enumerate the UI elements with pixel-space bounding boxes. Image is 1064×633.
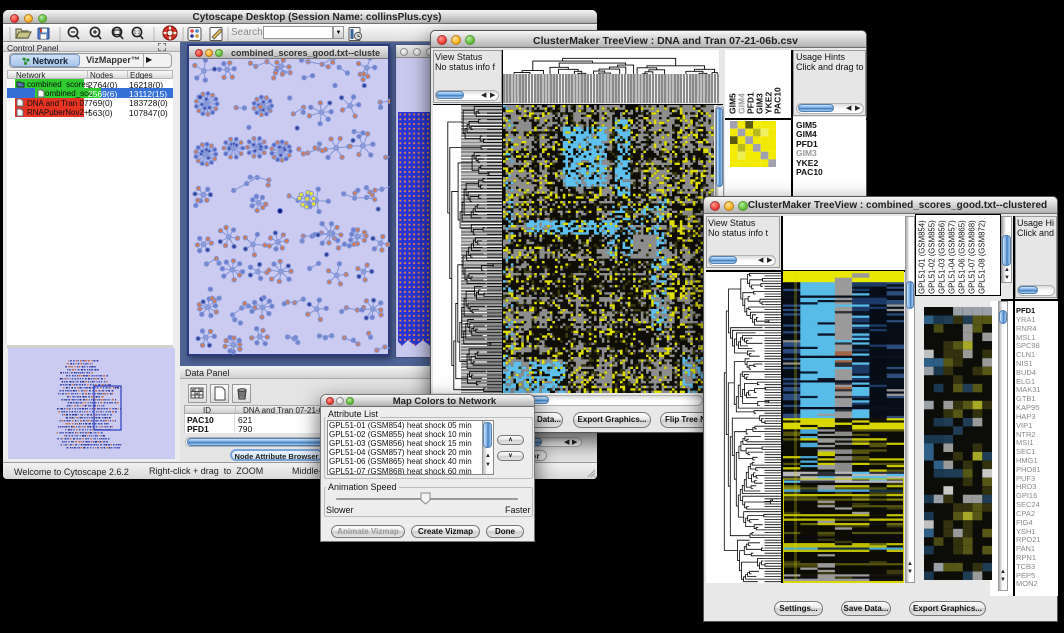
svg-text:GPL51-08 (GSM872): GPL51-08 (GSM872) [978,220,987,294]
svg-text:GPL51-07 (GSM868): GPL51-07 (GSM868) [968,220,977,294]
svg-text:GPL51-03 (GSM856): GPL51-03 (GSM856) [938,220,947,294]
svg-text:1:1: 1:1 [134,30,141,36]
svg-text:GPL51-06 (GSM865): GPL51-06 (GSM865) [958,220,967,294]
svg-text:GPL51-01 (GSM854): GPL51-01 (GSM854) [918,220,927,294]
svg-text:PAC10: PAC10 [773,87,783,114]
svg-text:GPL51-04 (GSM857): GPL51-04 (GSM857) [948,220,957,294]
svg-text:GPL51-02 (GSM855): GPL51-02 (GSM855) [928,220,937,294]
